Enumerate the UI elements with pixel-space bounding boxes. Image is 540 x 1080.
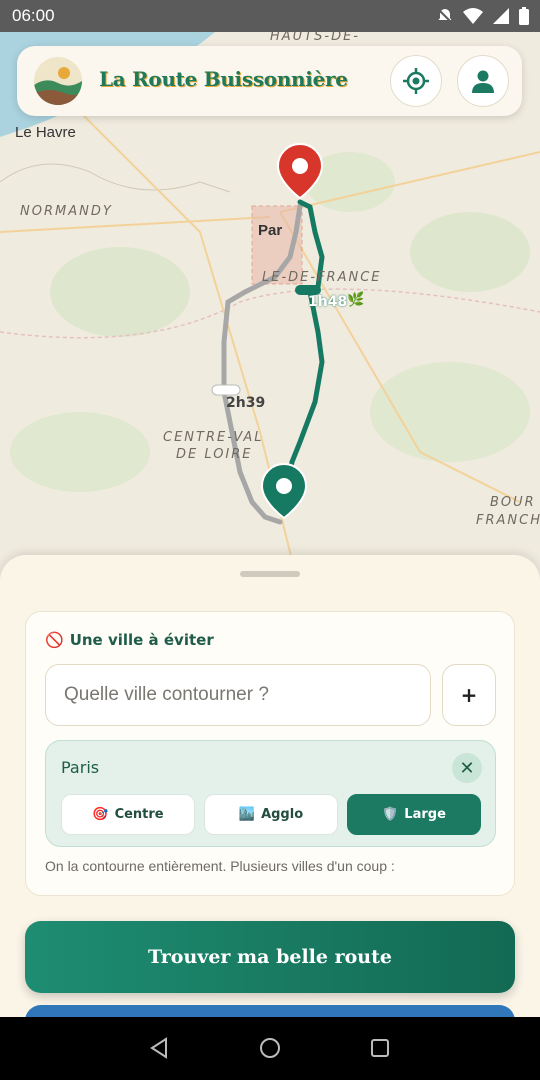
home-icon[interactable] [259,1037,281,1059]
map-label-bourg-2: FRANCH [476,513,540,528]
map-city-le-havre: Le Havre [15,124,76,141]
green-route-time: 1h48 [308,294,348,310]
radius-option-label: Agglo [261,807,304,822]
leaf-icon: 🌿 [347,292,365,308]
forbidden-icon: 🚫 [45,631,64,649]
radius-option-label: Large [404,807,446,822]
profile-button[interactable] [457,55,509,107]
status-time: 06:00 [12,6,55,25]
map-label-idf: LE-DE-FRANCE [262,270,382,285]
radius-option-centre[interactable]: 🎯 Centre [61,794,195,835]
radius-option-large[interactable]: 🛡️ Large [347,794,481,835]
avoid-card-title: 🚫 Une ville à éviter [45,631,214,649]
bottom-sheet[interactable]: 🚫 Une ville à éviter + Paris ✕ 🎯 Centre 🏙️… [0,555,540,1045]
map-label-hauts: HAUTS-DE- [270,32,360,44]
battery-icon [519,7,529,25]
map-label-bourg-1: BOUR [490,495,536,510]
sheet-handle[interactable] [240,571,300,577]
dnd-icon [437,8,453,24]
map-view[interactable]: HAUTS-DE- NORMANDY LE-DE-FRANCE CENTRE-V… [0,32,540,592]
crosshair-icon [403,68,429,94]
app-title: La Route Buissonnière [99,67,348,91]
status-bar: 06:00 [0,0,540,32]
avoided-city-chip: Paris ✕ 🎯 Centre 🏙️ Agglo 🛡️ Large [45,740,496,847]
recents-icon[interactable] [370,1038,390,1058]
avoided-city-name: Paris [61,758,100,777]
app-header: La Route Buissonnière [17,46,522,116]
radius-option-agglo[interactable]: 🏙️ Agglo [204,794,338,835]
remove-city-button[interactable]: ✕ [452,753,482,783]
map-label-centre-2: DE LOIRE [176,447,253,462]
shield-icon: 🛡️ [382,807,399,822]
android-nav-bar [0,1017,540,1080]
app-logo [34,57,82,105]
city-icon: 🏙️ [238,807,256,822]
status-icons [436,6,530,26]
map-label-centre-1: CENTRE-VAL [163,430,264,445]
back-icon[interactable] [148,1037,170,1059]
signal-icon [493,8,509,24]
close-icon: ✕ [459,757,475,779]
avoid-card-title-text: Une ville à éviter [69,631,214,649]
alt-route-time: 2h39 [226,395,266,411]
find-route-button[interactable]: Trouver ma belle route [25,921,515,993]
target-icon: 🎯 [92,807,109,822]
avoid-city-card: 🚫 Une ville à éviter + Paris ✕ 🎯 Centre 🏙️… [25,611,515,896]
avoid-help-text: On la contourne entièrement. Plusieurs v… [45,858,395,874]
wifi-icon [463,8,483,24]
map-city-paris: Par [258,222,283,239]
avoid-city-input[interactable] [45,664,431,726]
user-icon [472,70,494,93]
radius-option-label: Centre [114,807,164,822]
map-canvas[interactable] [0,32,540,592]
map-label-normandy: NORMANDY [20,204,113,219]
locate-button[interactable] [390,55,442,107]
add-city-button[interactable]: + [442,664,496,726]
